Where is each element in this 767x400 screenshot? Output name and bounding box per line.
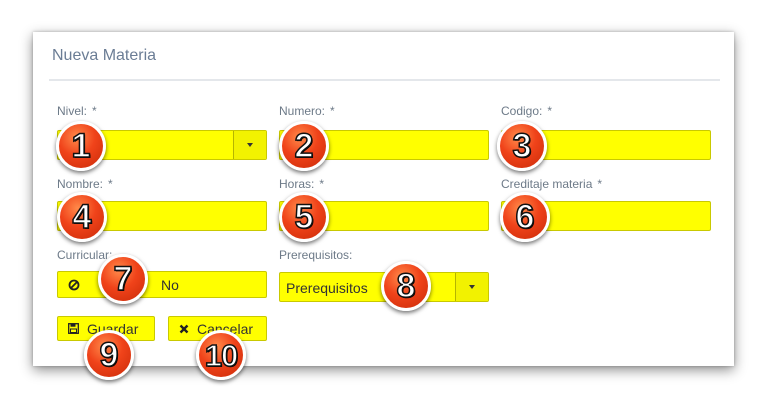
annotation-badge-3: 3: [497, 121, 547, 171]
title-divider: [49, 79, 720, 81]
nombre-label: Nombre: *: [57, 177, 113, 191]
prerequisitos-value: Prerequisitos: [286, 280, 368, 296]
annotation-badge-8: 8: [381, 261, 431, 311]
chevron-down-icon[interactable]: [455, 273, 488, 301]
panel-title: Nueva Materia: [52, 47, 157, 64]
floppy-disk-icon: [68, 323, 79, 334]
curricular-value: No: [161, 277, 179, 293]
curricular-label: Curricular:: [57, 248, 113, 262]
curricular-toggle[interactable]: No: [57, 271, 267, 298]
ban-icon: [68, 279, 80, 291]
chevron-down-icon[interactable]: [233, 131, 266, 159]
annotation-badge-1: 1: [56, 121, 106, 171]
annotation-badge-7: 7: [98, 254, 148, 304]
creditaje-label: Creditaje materia *: [501, 177, 603, 191]
annotation-badge-6: 6: [500, 192, 550, 242]
annotation-badge-9: 9: [84, 330, 134, 380]
annotation-badge-2: 2: [279, 121, 329, 171]
codigo-label: Codigo: *: [501, 104, 553, 118]
horas-label: Horas: *: [279, 177, 325, 191]
numero-label: Numero: *: [279, 104, 335, 118]
annotation-badge-5: 5: [279, 192, 329, 242]
annotation-badge-10: 10: [196, 330, 246, 380]
prerequisitos-label: Prerequisitos:: [279, 248, 353, 262]
annotation-badge-4: 4: [57, 192, 107, 242]
close-icon: [179, 324, 189, 333]
nivel-label: Nivel: *: [57, 104, 97, 118]
